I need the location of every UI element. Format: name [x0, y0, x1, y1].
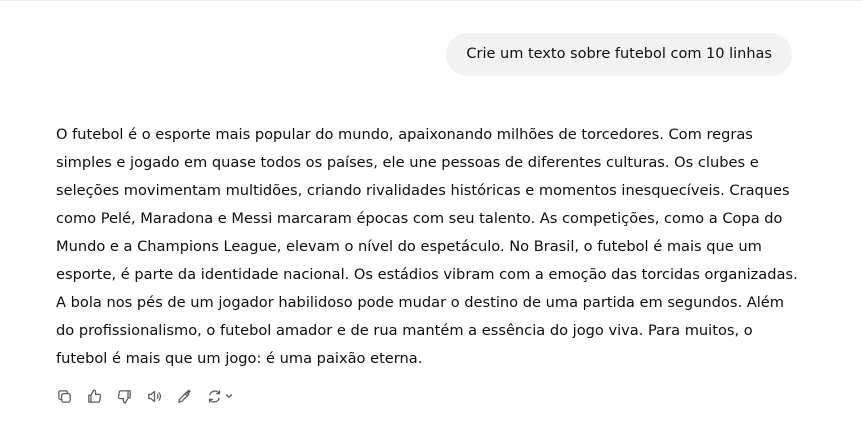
- top-divider: [0, 0, 862, 1]
- bad-response-button[interactable]: [112, 384, 136, 408]
- regenerate-button[interactable]: [202, 384, 238, 408]
- thumbs-up-icon: [87, 388, 101, 403]
- thumbs-down-icon: [117, 389, 131, 404]
- chat-page: Crie um texto sobre futebol com 10 linha…: [0, 0, 862, 425]
- read-aloud-icon: [147, 390, 161, 402]
- regenerate-icon: [208, 389, 221, 403]
- user-message-bubble: Crie um texto sobre futebol com 10 linha…: [446, 33, 792, 76]
- edit-in-canvas-button[interactable]: [172, 384, 196, 408]
- assistant-message: O futebol é o esporte mais popular do mu…: [56, 126, 798, 367]
- good-response-button[interactable]: [82, 384, 106, 408]
- user-message-text: Crie um texto sobre futebol com 10 linha…: [466, 46, 772, 62]
- read-aloud-button[interactable]: [142, 384, 166, 408]
- chevron-down-icon: [225, 394, 233, 398]
- copy-icon: [57, 389, 71, 403]
- message-action-bar: [52, 383, 244, 409]
- copy-button[interactable]: [52, 384, 76, 408]
- edit-canvas-icon: [177, 388, 191, 403]
